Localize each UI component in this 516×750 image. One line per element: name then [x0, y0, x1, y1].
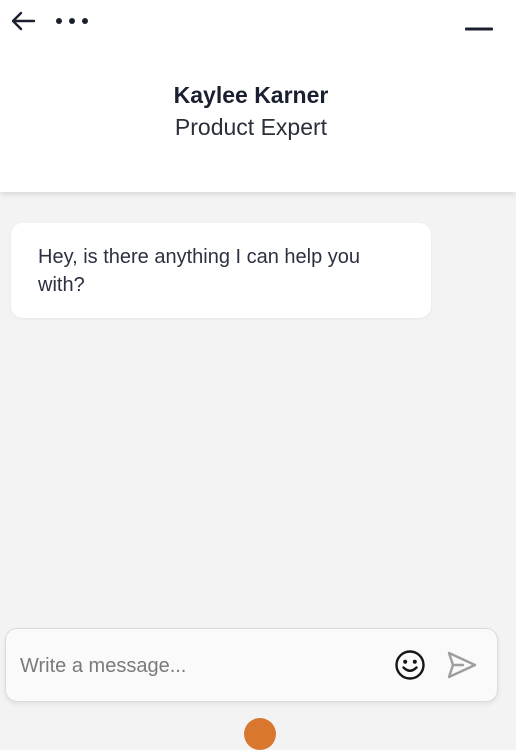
- message-input[interactable]: [18, 647, 382, 685]
- chat-launcher-button[interactable]: [244, 718, 276, 750]
- message-list: Hey, is there anything I can help you wi…: [0, 192, 516, 622]
- send-button[interactable]: [444, 647, 480, 683]
- chat-header: Kaylee Karner Product Expert: [0, 0, 516, 192]
- send-icon: [447, 651, 477, 679]
- emoji-button[interactable]: [393, 648, 427, 682]
- message-composer: [5, 628, 498, 702]
- agent-message-bubble: Hey, is there anything I can help you wi…: [11, 223, 431, 318]
- more-horizontal-icon: [56, 18, 88, 24]
- agent-name: Kaylee Karner: [173, 82, 329, 108]
- arrow-left-icon: [11, 11, 36, 31]
- back-button[interactable]: [6, 6, 40, 36]
- agent-role: Product Expert: [174, 114, 328, 140]
- more-options-button[interactable]: [52, 8, 92, 34]
- smiley-icon: [395, 650, 425, 680]
- minimize-button[interactable]: [462, 14, 496, 44]
- minimize-icon: [465, 27, 493, 31]
